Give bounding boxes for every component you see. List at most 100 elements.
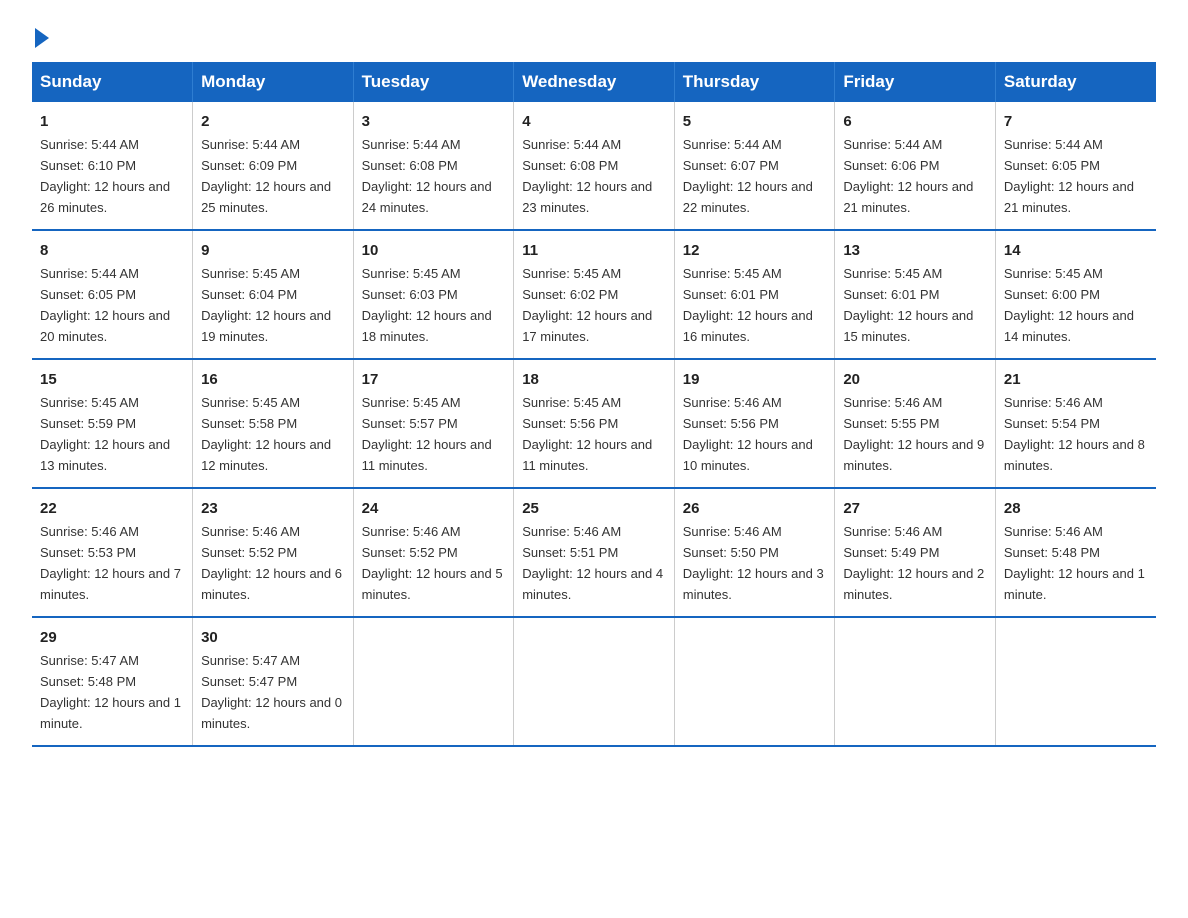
day-number: 28 xyxy=(1004,497,1148,520)
day-info: Sunrise: 5:46 AMSunset: 5:49 PMDaylight:… xyxy=(843,524,984,602)
calendar-week-row: 1 Sunrise: 5:44 AMSunset: 6:10 PMDayligh… xyxy=(32,102,1156,230)
calendar-table: SundayMondayTuesdayWednesdayThursdayFrid… xyxy=(32,62,1156,747)
calendar-week-row: 29 Sunrise: 5:47 AMSunset: 5:48 PMDaylig… xyxy=(32,617,1156,746)
day-number: 18 xyxy=(522,368,666,391)
day-number: 6 xyxy=(843,110,987,133)
day-info: Sunrise: 5:47 AMSunset: 5:48 PMDaylight:… xyxy=(40,653,181,731)
day-info: Sunrise: 5:45 AMSunset: 6:03 PMDaylight:… xyxy=(362,266,492,344)
day-info: Sunrise: 5:45 AMSunset: 5:58 PMDaylight:… xyxy=(201,395,331,473)
day-info: Sunrise: 5:46 AMSunset: 5:54 PMDaylight:… xyxy=(1004,395,1145,473)
calendar-cell: 19 Sunrise: 5:46 AMSunset: 5:56 PMDaylig… xyxy=(674,359,835,488)
calendar-cell: 7 Sunrise: 5:44 AMSunset: 6:05 PMDayligh… xyxy=(995,102,1156,230)
day-info: Sunrise: 5:46 AMSunset: 5:51 PMDaylight:… xyxy=(522,524,663,602)
calendar-cell: 1 Sunrise: 5:44 AMSunset: 6:10 PMDayligh… xyxy=(32,102,193,230)
calendar-cell: 16 Sunrise: 5:45 AMSunset: 5:58 PMDaylig… xyxy=(193,359,354,488)
day-number: 10 xyxy=(362,239,506,262)
day-number: 19 xyxy=(683,368,827,391)
day-info: Sunrise: 5:46 AMSunset: 5:50 PMDaylight:… xyxy=(683,524,824,602)
calendar-cell: 25 Sunrise: 5:46 AMSunset: 5:51 PMDaylig… xyxy=(514,488,675,617)
day-number: 16 xyxy=(201,368,345,391)
day-number: 25 xyxy=(522,497,666,520)
logo-triangle-icon xyxy=(35,28,49,48)
day-info: Sunrise: 5:44 AMSunset: 6:06 PMDaylight:… xyxy=(843,137,973,215)
day-info: Sunrise: 5:45 AMSunset: 6:02 PMDaylight:… xyxy=(522,266,652,344)
day-info: Sunrise: 5:44 AMSunset: 6:09 PMDaylight:… xyxy=(201,137,331,215)
day-info: Sunrise: 5:45 AMSunset: 6:04 PMDaylight:… xyxy=(201,266,331,344)
day-info: Sunrise: 5:44 AMSunset: 6:05 PMDaylight:… xyxy=(1004,137,1134,215)
header-thursday: Thursday xyxy=(674,62,835,102)
day-info: Sunrise: 5:44 AMSunset: 6:07 PMDaylight:… xyxy=(683,137,813,215)
calendar-cell: 2 Sunrise: 5:44 AMSunset: 6:09 PMDayligh… xyxy=(193,102,354,230)
day-info: Sunrise: 5:44 AMSunset: 6:10 PMDaylight:… xyxy=(40,137,170,215)
day-info: Sunrise: 5:46 AMSunset: 5:56 PMDaylight:… xyxy=(683,395,813,473)
calendar-cell: 3 Sunrise: 5:44 AMSunset: 6:08 PMDayligh… xyxy=(353,102,514,230)
day-number: 13 xyxy=(843,239,987,262)
day-number: 14 xyxy=(1004,239,1148,262)
day-number: 27 xyxy=(843,497,987,520)
day-info: Sunrise: 5:46 AMSunset: 5:52 PMDaylight:… xyxy=(201,524,342,602)
day-number: 17 xyxy=(362,368,506,391)
day-number: 26 xyxy=(683,497,827,520)
header-saturday: Saturday xyxy=(995,62,1156,102)
calendar-cell: 23 Sunrise: 5:46 AMSunset: 5:52 PMDaylig… xyxy=(193,488,354,617)
day-info: Sunrise: 5:45 AMSunset: 5:57 PMDaylight:… xyxy=(362,395,492,473)
day-info: Sunrise: 5:44 AMSunset: 6:08 PMDaylight:… xyxy=(522,137,652,215)
day-number: 22 xyxy=(40,497,184,520)
header-tuesday: Tuesday xyxy=(353,62,514,102)
day-number: 9 xyxy=(201,239,345,262)
calendar-cell: 13 Sunrise: 5:45 AMSunset: 6:01 PMDaylig… xyxy=(835,230,996,359)
day-number: 21 xyxy=(1004,368,1148,391)
calendar-cell: 24 Sunrise: 5:46 AMSunset: 5:52 PMDaylig… xyxy=(353,488,514,617)
day-info: Sunrise: 5:44 AMSunset: 6:08 PMDaylight:… xyxy=(362,137,492,215)
header-sunday: Sunday xyxy=(32,62,193,102)
day-number: 23 xyxy=(201,497,345,520)
calendar-week-row: 15 Sunrise: 5:45 AMSunset: 5:59 PMDaylig… xyxy=(32,359,1156,488)
calendar-cell: 14 Sunrise: 5:45 AMSunset: 6:00 PMDaylig… xyxy=(995,230,1156,359)
day-info: Sunrise: 5:46 AMSunset: 5:52 PMDaylight:… xyxy=(362,524,503,602)
calendar-cell: 17 Sunrise: 5:45 AMSunset: 5:57 PMDaylig… xyxy=(353,359,514,488)
calendar-cell: 20 Sunrise: 5:46 AMSunset: 5:55 PMDaylig… xyxy=(835,359,996,488)
calendar-cell: 30 Sunrise: 5:47 AMSunset: 5:47 PMDaylig… xyxy=(193,617,354,746)
calendar-cell: 5 Sunrise: 5:44 AMSunset: 6:07 PMDayligh… xyxy=(674,102,835,230)
calendar-cell: 6 Sunrise: 5:44 AMSunset: 6:06 PMDayligh… xyxy=(835,102,996,230)
logo xyxy=(32,24,49,44)
day-number: 24 xyxy=(362,497,506,520)
page-header xyxy=(32,24,1156,44)
calendar-cell: 12 Sunrise: 5:45 AMSunset: 6:01 PMDaylig… xyxy=(674,230,835,359)
day-info: Sunrise: 5:46 AMSunset: 5:48 PMDaylight:… xyxy=(1004,524,1145,602)
calendar-week-row: 8 Sunrise: 5:44 AMSunset: 6:05 PMDayligh… xyxy=(32,230,1156,359)
day-info: Sunrise: 5:45 AMSunset: 6:01 PMDaylight:… xyxy=(683,266,813,344)
calendar-cell: 18 Sunrise: 5:45 AMSunset: 5:56 PMDaylig… xyxy=(514,359,675,488)
day-number: 7 xyxy=(1004,110,1148,133)
calendar-week-row: 22 Sunrise: 5:46 AMSunset: 5:53 PMDaylig… xyxy=(32,488,1156,617)
day-info: Sunrise: 5:45 AMSunset: 6:01 PMDaylight:… xyxy=(843,266,973,344)
day-number: 11 xyxy=(522,239,666,262)
day-number: 15 xyxy=(40,368,184,391)
calendar-cell: 4 Sunrise: 5:44 AMSunset: 6:08 PMDayligh… xyxy=(514,102,675,230)
day-info: Sunrise: 5:45 AMSunset: 5:59 PMDaylight:… xyxy=(40,395,170,473)
calendar-cell: 26 Sunrise: 5:46 AMSunset: 5:50 PMDaylig… xyxy=(674,488,835,617)
day-info: Sunrise: 5:44 AMSunset: 6:05 PMDaylight:… xyxy=(40,266,170,344)
calendar-cell: 21 Sunrise: 5:46 AMSunset: 5:54 PMDaylig… xyxy=(995,359,1156,488)
day-info: Sunrise: 5:45 AMSunset: 6:00 PMDaylight:… xyxy=(1004,266,1134,344)
calendar-cell: 9 Sunrise: 5:45 AMSunset: 6:04 PMDayligh… xyxy=(193,230,354,359)
day-number: 20 xyxy=(843,368,987,391)
day-number: 3 xyxy=(362,110,506,133)
day-info: Sunrise: 5:47 AMSunset: 5:47 PMDaylight:… xyxy=(201,653,342,731)
day-number: 5 xyxy=(683,110,827,133)
calendar-cell: 8 Sunrise: 5:44 AMSunset: 6:05 PMDayligh… xyxy=(32,230,193,359)
day-info: Sunrise: 5:46 AMSunset: 5:53 PMDaylight:… xyxy=(40,524,181,602)
calendar-cell xyxy=(514,617,675,746)
calendar-cell: 15 Sunrise: 5:45 AMSunset: 5:59 PMDaylig… xyxy=(32,359,193,488)
calendar-cell xyxy=(995,617,1156,746)
day-number: 8 xyxy=(40,239,184,262)
calendar-cell: 11 Sunrise: 5:45 AMSunset: 6:02 PMDaylig… xyxy=(514,230,675,359)
day-number: 4 xyxy=(522,110,666,133)
day-number: 29 xyxy=(40,626,184,649)
calendar-cell xyxy=(353,617,514,746)
calendar-cell: 22 Sunrise: 5:46 AMSunset: 5:53 PMDaylig… xyxy=(32,488,193,617)
day-number: 1 xyxy=(40,110,184,133)
header-friday: Friday xyxy=(835,62,996,102)
calendar-cell: 29 Sunrise: 5:47 AMSunset: 5:48 PMDaylig… xyxy=(32,617,193,746)
calendar-cell: 28 Sunrise: 5:46 AMSunset: 5:48 PMDaylig… xyxy=(995,488,1156,617)
